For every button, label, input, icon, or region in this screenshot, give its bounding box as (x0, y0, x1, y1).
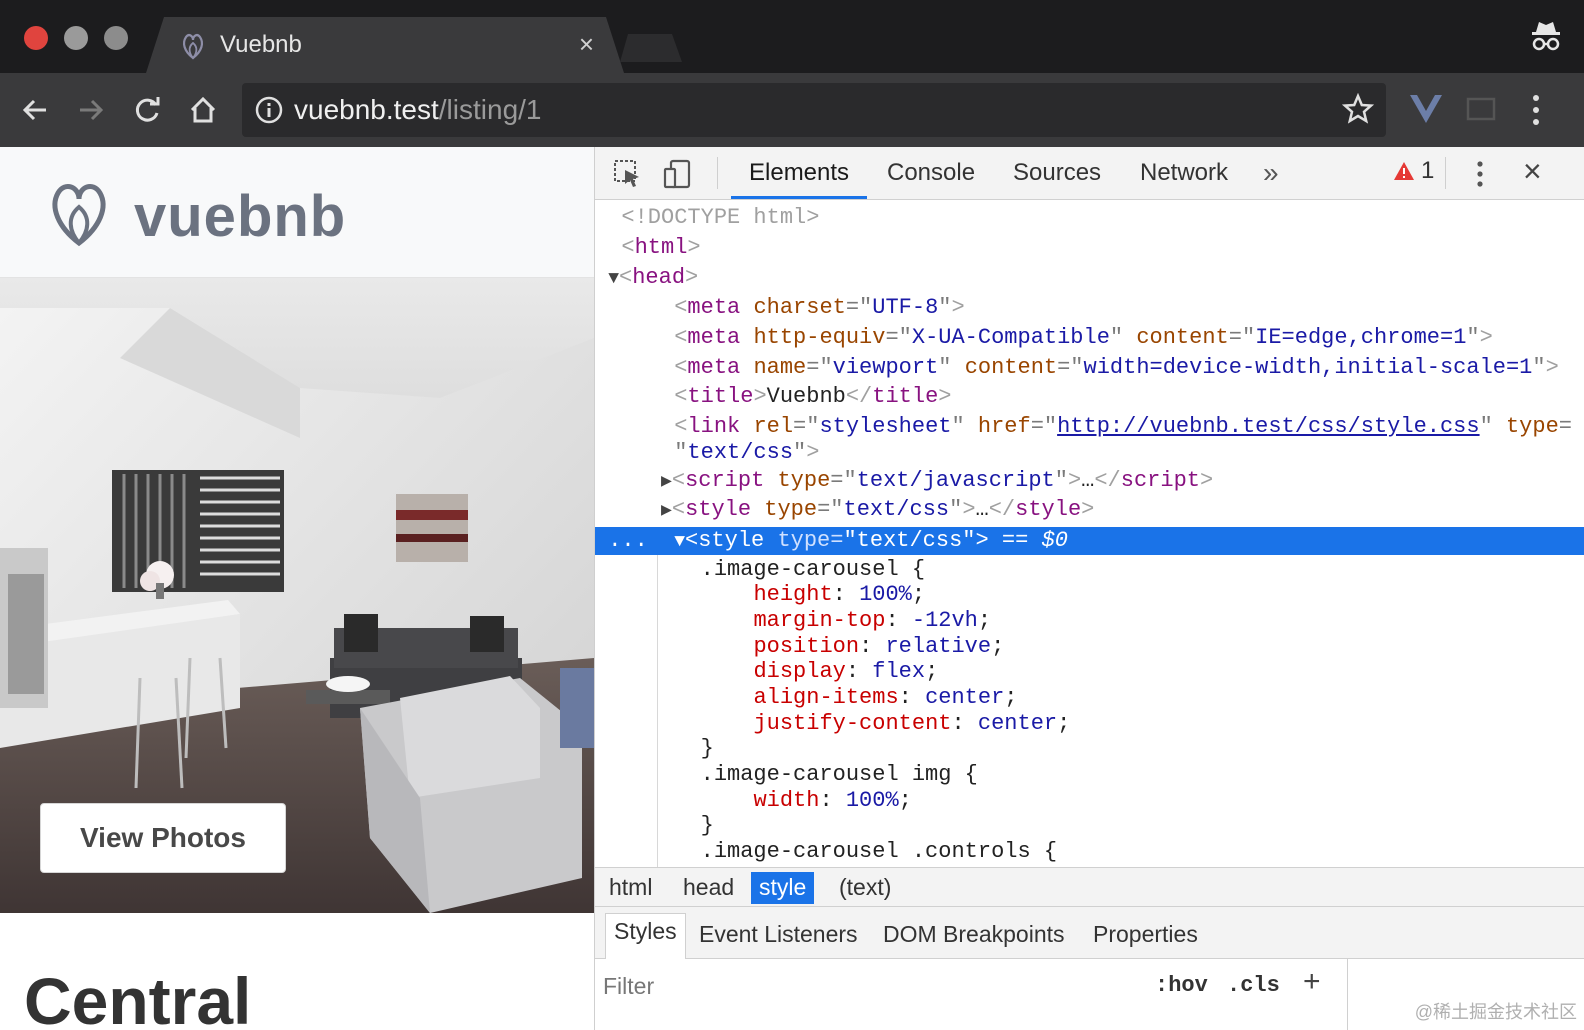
element-classes-button[interactable]: .cls (1227, 973, 1280, 998)
tab-title: Vuebnb (220, 31, 302, 58)
vue-devtools-extension-icon[interactable] (1408, 91, 1444, 127)
tab-sources[interactable]: Sources (1013, 159, 1101, 187)
info-icon[interactable] (254, 95, 284, 125)
bookmark-star-icon[interactable] (1342, 93, 1374, 125)
dom-node-meta-viewport[interactable]: <meta name="viewport" content="width=dev… (595, 355, 1584, 381)
devtools-menu-icon[interactable] (1475, 159, 1485, 189)
devtools-toolbar: Elements Console Sources Network » 1 × (595, 147, 1584, 200)
new-tab-button[interactable] (620, 34, 682, 62)
css-decl-display: display: flex; (753, 659, 939, 684)
warning-count: 1 (1421, 157, 1435, 184)
inspect-element-icon[interactable] (613, 159, 643, 189)
css-decl-position: position: relative; (753, 634, 1005, 659)
home-icon (190, 96, 216, 123)
forward-arrow-icon (80, 99, 104, 121)
dom-node-head[interactable]: ▼<head> (595, 265, 1584, 291)
dom-node-html[interactable]: <html> (595, 235, 1584, 261)
site-name[interactable]: vuebnb (134, 183, 346, 250)
breadcrumb-text[interactable]: (text) (831, 872, 899, 904)
toggle-element-state-button[interactable]: :hov (1155, 973, 1208, 998)
dom-node-meta-http-equiv[interactable]: <meta http-equiv="X-UA-Compatible" conte… (595, 325, 1584, 351)
styles-filter-row: Filter :hov .cls + @稀土掘金技术社区 (595, 959, 1584, 1030)
title-bar: Vuebnb × (0, 0, 1584, 73)
extension-icon[interactable] (1466, 95, 1496, 123)
warning-icon (1394, 162, 1414, 180)
elements-dom-tree[interactable]: <!DOCTYPE html> <html> ▼<head> <meta cha… (595, 201, 1584, 867)
watermark: @稀土掘金技术社区 (1414, 1002, 1577, 1022)
css-decl-margin-top: margin-top: -12vh; (753, 608, 992, 633)
browser-tab-active[interactable]: Vuebnb × (146, 17, 624, 73)
back-arrow-icon (22, 99, 46, 121)
tab-styles[interactable]: Styles (605, 913, 686, 959)
dom-node-title[interactable]: <title>Vuebnb</title> (595, 384, 1584, 410)
address-bar[interactable]: vuebnb.test/listing/1 (242, 83, 1386, 137)
css-selector-image-carousel: .image-carousel { (595, 557, 926, 582)
tab-elements[interactable]: Elements (749, 159, 849, 187)
more-tabs-icon[interactable]: » (1263, 157, 1279, 189)
close-window-button[interactable] (24, 26, 48, 50)
pane-divider (1347, 959, 1348, 1030)
active-tab-indicator (731, 196, 867, 199)
zoom-window-button[interactable] (104, 26, 128, 50)
styles-filter-input[interactable]: Filter (603, 973, 654, 1000)
css-close-brace: } (595, 736, 714, 761)
tab-dom-breakpoints[interactable]: DOM Breakpoints (875, 917, 1073, 952)
browser-menu-icon[interactable] (1530, 93, 1542, 127)
new-style-rule-button[interactable]: + (1303, 965, 1321, 999)
incognito-icon (1532, 22, 1560, 51)
toolbar-divider (1445, 157, 1446, 189)
css-decl-justify-content: justify-content: center; (753, 711, 1071, 736)
css-selector-image-carousel-controls: .image-carousel .controls { (595, 839, 1058, 864)
dom-node-link-cont: "text/css"> (674, 440, 820, 465)
reload-button[interactable] (128, 91, 166, 129)
close-devtools-icon[interactable]: × (1523, 155, 1542, 187)
listing-title: Central (24, 964, 252, 1030)
css-selector-image-carousel-img: .image-carousel img { (595, 762, 978, 787)
css-decl-align-items: align-items: center; (753, 685, 1018, 710)
vuebnb-logo-icon (182, 34, 204, 60)
tab-event-listeners[interactable]: Event Listeners (691, 917, 866, 952)
site-header: vuebnb (0, 147, 594, 278)
breadcrumb-html[interactable]: html (601, 872, 660, 904)
minimize-window-button[interactable] (64, 26, 88, 50)
toolbar-divider (717, 157, 718, 189)
url-host: vuebnb.test (294, 94, 439, 125)
forward-button[interactable] (72, 91, 110, 129)
dom-node-style-1[interactable]: ▶<style type="text/css">…</style> (595, 497, 1584, 523)
browser-toolbar: vuebnb.test/listing/1 (0, 73, 1584, 147)
breadcrumb-style[interactable]: style (751, 872, 815, 904)
dom-breadcrumbs: html head style (text) (595, 867, 1584, 907)
dom-node-meta-charset[interactable]: <meta charset="UTF-8"> (595, 295, 1584, 321)
breadcrumb-head[interactable]: head (675, 872, 742, 904)
vuebnb-logo-icon[interactable] (44, 177, 114, 247)
url-path: /listing/1 (438, 94, 542, 125)
device-toolbar-icon[interactable] (663, 159, 693, 189)
reload-icon (135, 97, 160, 122)
styles-pane-tabs: Styles Event Listeners DOM Breakpoints P… (595, 907, 1584, 959)
web-page: vuebnb View Photos Central (0, 147, 594, 1030)
css-decl-height: height: 100%; (753, 582, 926, 607)
view-photos-button[interactable]: View Photos (40, 803, 286, 873)
dom-node-style-selected[interactable]: ... ▼<style type="text/css"> == $0 (595, 527, 1584, 555)
back-button[interactable] (16, 91, 54, 129)
dom-node-doctype[interactable]: <!DOCTYPE html> (595, 205, 1584, 231)
css-close-brace: } (595, 813, 714, 838)
url-text: vuebnb.test/listing/1 (294, 94, 542, 126)
tab-console[interactable]: Console (887, 159, 975, 187)
tab-network[interactable]: Network (1140, 159, 1228, 187)
tab-properties[interactable]: Properties (1085, 917, 1206, 952)
dollar-zero-ref: == $0 (1001, 528, 1068, 553)
close-tab-icon[interactable]: × (579, 31, 594, 57)
home-button[interactable] (184, 91, 222, 129)
devtools-panel: Elements Console Sources Network » 1 × <… (594, 147, 1584, 1030)
dom-node-link[interactable]: <link rel="stylesheet" href="http://vueb… (595, 414, 1584, 440)
css-decl-width: width: 100%; (753, 788, 912, 813)
warnings-counter[interactable]: 1 (1393, 157, 1434, 185)
dom-node-script[interactable]: ▶<script type="text/javascript">…</scrip… (595, 468, 1584, 494)
selected-marker: ... (608, 528, 648, 553)
